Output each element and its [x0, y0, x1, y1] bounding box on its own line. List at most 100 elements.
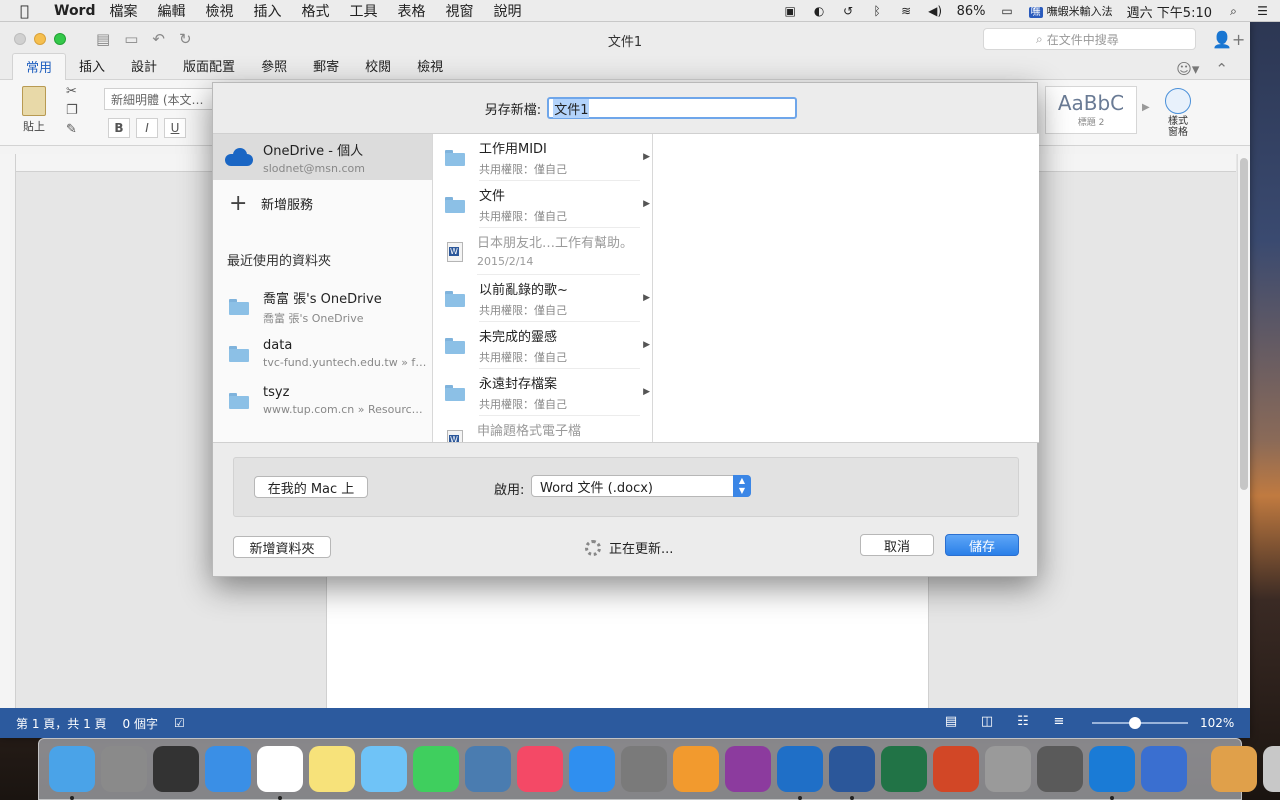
style-gallery-heading-2[interactable]: AaBbC 標題 2	[1045, 86, 1137, 134]
tab-references[interactable]: 參照	[248, 56, 300, 79]
wifi-icon[interactable]: ≋	[899, 4, 914, 18]
share-user-icon[interactable]: 👤+	[1212, 30, 1245, 49]
battery-icon[interactable]: ▭	[1000, 4, 1015, 18]
dock-launchpad-icon[interactable]	[101, 746, 147, 792]
recent-folder-item[interactable]: 喬富 張's OneDrive 喬富 張's OneDrive	[213, 283, 432, 330]
copy-icon[interactable]: ❐	[66, 103, 78, 118]
bold-icon[interactable]: B	[108, 118, 130, 138]
scrollbar-thumb[interactable]	[1240, 158, 1248, 490]
bluetooth-icon[interactable]: ᛒ	[870, 4, 885, 18]
collapse-ribbon-icon[interactable]: ⌃	[1215, 60, 1228, 78]
filename-input[interactable]: 文件1	[547, 97, 798, 119]
document-search-input[interactable]: ⌕ 在文件中搜尋	[983, 28, 1196, 50]
styles-pane-button[interactable]: 樣式 窗格	[1160, 88, 1196, 138]
clock[interactable]: 週六 下午5:10	[1127, 2, 1212, 21]
dock-finder-icon[interactable]	[49, 746, 95, 800]
tab-mailings[interactable]: 郵寄	[300, 56, 352, 79]
vertical-scrollbar[interactable]	[1237, 154, 1250, 708]
vertical-ruler[interactable]	[0, 154, 16, 708]
feedback-smiley-icon[interactable]: ☺▾	[1176, 60, 1199, 78]
dock-app-store-icon[interactable]	[569, 746, 615, 792]
proofing-icon[interactable]: ☑	[174, 716, 185, 730]
dock-onenote-icon[interactable]	[725, 746, 771, 792]
dock-facetime-icon[interactable]	[413, 746, 459, 792]
recent-folder-item[interactable]: data tvc-fund.yuntech.edu.tw » faq …	[213, 330, 432, 377]
app-tray-icon[interactable]: ▣	[783, 4, 798, 18]
format-painter-icon[interactable]: ✎	[66, 122, 78, 137]
sidebar-item-onedrive[interactable]: OneDrive - 個人 slodnet@msn.com	[213, 134, 432, 180]
zoom-level[interactable]: 102%	[1200, 716, 1234, 730]
outline-view-icon[interactable]: ☷	[1014, 714, 1032, 729]
time-machine-icon[interactable]: ↺	[841, 4, 856, 18]
italic-icon[interactable]: I	[136, 118, 158, 138]
dock-word-web-icon[interactable]	[1141, 746, 1187, 792]
dock-powerpoint-icon[interactable]	[933, 746, 979, 792]
menu-table[interactable]: 表格	[398, 1, 426, 21]
zoom-slider-knob[interactable]	[1129, 717, 1142, 729]
save-icon[interactable]: ▤	[96, 30, 110, 48]
dock-safari-icon[interactable]	[205, 746, 251, 792]
web-layout-icon[interactable]: ◫	[978, 714, 996, 729]
dock-downloads-icon[interactable]	[1211, 746, 1257, 792]
dock-trash-icon[interactable]	[1263, 746, 1280, 792]
dock-itunes-icon[interactable]	[517, 746, 563, 792]
menu-tools[interactable]: 工具	[350, 1, 378, 21]
redo-icon[interactable]: ↻	[179, 30, 192, 48]
file-list-item[interactable]: 文件 共用權限：僅自己 ▶	[433, 181, 652, 228]
dock-excel-icon[interactable]	[881, 746, 927, 792]
draft-view-icon[interactable]: ≡	[1050, 714, 1068, 729]
dock-game-icon[interactable]	[673, 746, 719, 792]
menu-help[interactable]: 說明	[494, 1, 522, 21]
menu-view[interactable]: 檢視	[206, 1, 234, 21]
tab-review[interactable]: 校閱	[352, 56, 404, 79]
menu-window[interactable]: 視窗	[446, 1, 474, 21]
word-count[interactable]: 0 個字	[123, 715, 158, 732]
tab-insert[interactable]: 插入	[66, 56, 118, 79]
dock-iphoto-icon[interactable]	[465, 746, 511, 792]
close-window-button[interactable]	[14, 33, 26, 45]
dock-word-icon[interactable]	[829, 746, 875, 800]
battery-percent[interactable]: 86%	[957, 4, 986, 19]
apple-icon[interactable]: 	[20, 2, 36, 20]
zoom-window-button[interactable]	[54, 33, 66, 45]
menu-app-name[interactable]: Word	[54, 3, 96, 19]
menu-edit[interactable]: 編輯	[158, 1, 186, 21]
recent-folder-item[interactable]: tsyz www.tup.com.cn » Resource » …	[213, 377, 432, 424]
file-list-item[interactable]: 永遠封存檔案 共用權限：僅自己 ▶	[433, 369, 652, 416]
new-folder-button[interactable]: 新增資料夾	[233, 536, 331, 558]
paste-button[interactable]: 貼上	[14, 86, 54, 134]
dock-calendar-icon[interactable]	[257, 746, 303, 800]
file-list-item[interactable]: 未完成的靈感 共用權限：僅自己 ▶	[433, 322, 652, 369]
dock-disk-utility-icon[interactable]	[1037, 746, 1083, 792]
dock-printer-icon[interactable]	[985, 746, 1031, 792]
font-name-select[interactable]: 新細明體 (本文…	[104, 88, 214, 110]
undo-icon[interactable]: ↶	[152, 30, 165, 48]
dock-photo-booth-icon[interactable]	[153, 746, 199, 792]
dock-messages-icon[interactable]	[361, 746, 407, 792]
minimize-window-button[interactable]	[34, 33, 46, 45]
tab-design[interactable]: 設計	[118, 56, 170, 79]
underline-icon[interactable]: U	[164, 118, 186, 138]
page-count[interactable]: 第 1 頁，共 1 頁	[16, 715, 107, 732]
notification-center-icon[interactable]: ☰	[1255, 4, 1270, 18]
sync-icon[interactable]: ◐	[812, 4, 827, 18]
menu-file[interactable]: 檔案	[110, 1, 138, 21]
file-list-item[interactable]: 工作用MIDI 共用權限：僅自己 ▶	[433, 134, 652, 181]
dock-system-preferences-icon[interactable]	[621, 746, 667, 792]
tab-home[interactable]: 常用	[12, 53, 67, 80]
dock-teamviewer-icon[interactable]	[1089, 746, 1135, 800]
menu-insert[interactable]: 插入	[254, 1, 282, 21]
tab-layout[interactable]: 版面配置	[170, 56, 248, 79]
open-folder-icon[interactable]: ▭	[124, 30, 138, 48]
add-service-button[interactable]: + 新增服務	[213, 180, 432, 226]
input-method[interactable]: 嘸 嘸蝦米輸入法	[1028, 3, 1113, 19]
menu-format[interactable]: 格式	[302, 1, 330, 21]
dock-outlook-icon[interactable]	[777, 746, 823, 800]
file-format-select[interactable]: Word 文件 (.docx) ▲ ▼	[531, 475, 751, 497]
tab-view[interactable]: 檢視	[404, 56, 456, 79]
cut-icon[interactable]: ✂	[66, 84, 78, 99]
print-layout-icon[interactable]: ▤	[942, 714, 960, 729]
spotlight-icon[interactable]: ⌕	[1226, 4, 1241, 18]
dock-notes-icon[interactable]	[309, 746, 355, 792]
style-gallery-next-icon[interactable]: ▶	[1142, 102, 1150, 113]
